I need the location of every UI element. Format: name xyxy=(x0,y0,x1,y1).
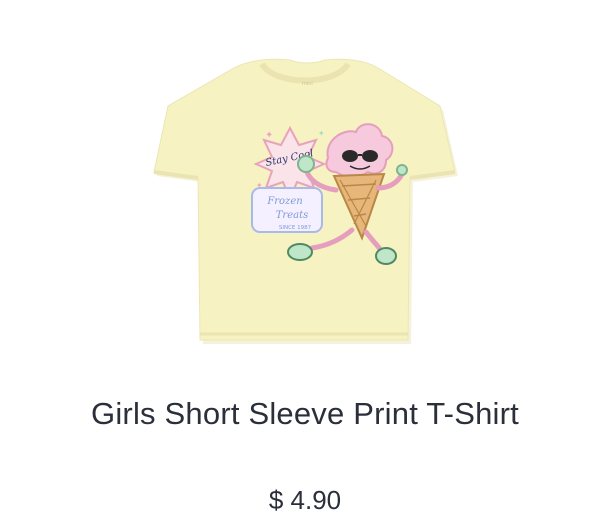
product-title[interactable]: Girls Short Sleeve Print T-Shirt xyxy=(0,394,610,434)
tshirt-image[interactable]: mini Stay Cool ✦ ✦ ✦ ✦ ✦ Frozen Treats S… xyxy=(140,40,470,350)
svg-text:✦: ✦ xyxy=(265,130,273,141)
svg-text:mini: mini xyxy=(302,81,313,87)
print-text-bottom-1: Frozen xyxy=(266,196,302,207)
print-text-bottom-2: Treats xyxy=(276,210,308,221)
product-card[interactable]: mini Stay Cool ✦ ✦ ✦ ✦ ✦ Frozen Treats S… xyxy=(0,0,610,520)
product-price: $ 4.90 xyxy=(268,485,342,515)
print-text-bottom-3: SINCE 1987 xyxy=(279,225,312,231)
svg-text:✦: ✦ xyxy=(318,129,325,138)
